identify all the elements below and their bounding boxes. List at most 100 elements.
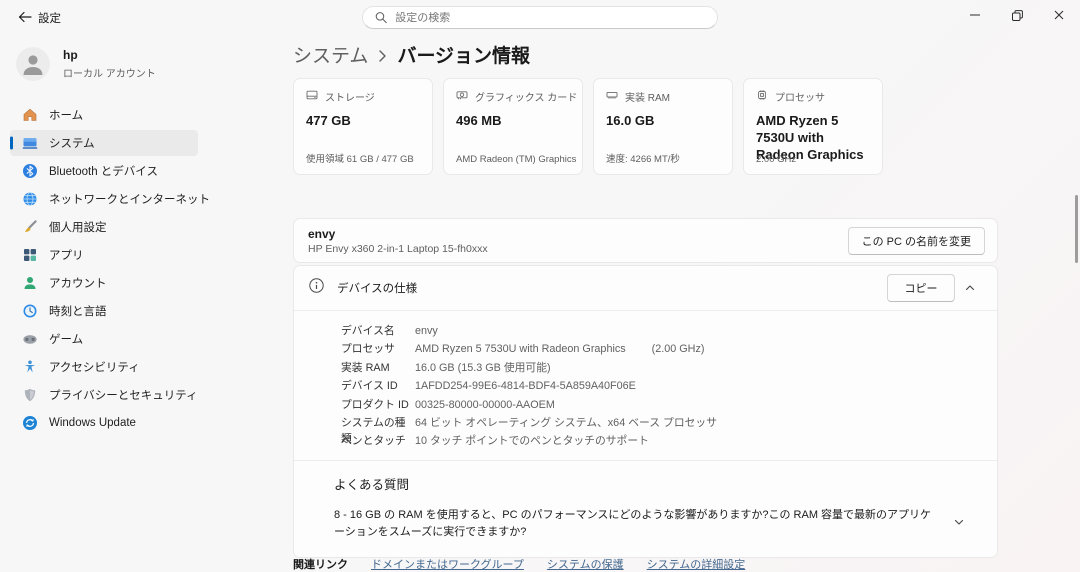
- device-name-panel: envy HP Envy x360 2-in-1 Laptop 15-fh0xx…: [293, 218, 998, 263]
- spec-label: デバイス名: [341, 325, 395, 337]
- faq-question: 8 - 16 GB の RAM を使用すると、PC のパフォーマンスにどのような…: [334, 508, 932, 538]
- faq-title: よくある質問: [334, 477, 410, 492]
- scrollbar-thumb[interactable]: [1075, 195, 1078, 263]
- summary-cards: ストレージ 477 GB 使用領域 61 GB / 477 GB グラフィックス…: [293, 78, 883, 175]
- spec-value: AMD Ryzen 5 7530U with Radeon Graphics: [415, 343, 626, 356]
- sidebar-item-system[interactable]: システム: [10, 130, 198, 156]
- sidebar-item-apps[interactable]: アプリ: [10, 242, 198, 268]
- ram-card: 実装 RAM 16.0 GB 速度: 4266 MT/秒: [593, 78, 733, 175]
- avatar: [16, 47, 50, 81]
- spec-row-device-id: デバイス ID 1AFDD254-99E6-4814-BDF4-5A859A40…: [341, 377, 983, 395]
- titlebar: 設定: [0, 0, 1080, 32]
- spec-rows: デバイス名 envy プロセッサ AMD Ryzen 5 7530U with …: [294, 311, 997, 460]
- clock-icon: [22, 303, 38, 319]
- card-value: 496 MB: [456, 113, 502, 128]
- spec-value: 10 タッチ ポイントでのペンとタッチのサポート: [415, 435, 649, 448]
- spec-value: 00325-80000-00000-AAOEM: [415, 398, 555, 411]
- device-specs-header[interactable]: デバイスの仕様 コピー: [294, 266, 997, 310]
- link-advanced-system-settings[interactable]: システムの詳細設定: [647, 556, 746, 572]
- spec-row-system-type: システムの種類 64 ビット オペレーティング システム、x64 ベース プロセ…: [341, 414, 983, 445]
- minimize-button[interactable]: [954, 0, 996, 30]
- user-name: hp: [63, 48, 78, 63]
- chevron-down-icon: [953, 515, 965, 533]
- faq-item[interactable]: 8 - 16 GB の RAM を使用すると、PC のパフォーマンスにどのような…: [334, 507, 983, 541]
- spec-label: デバイス ID: [341, 380, 398, 393]
- spec-label: プロダクト ID: [341, 398, 409, 411]
- home-icon: [22, 107, 38, 123]
- paintbrush-icon: [22, 219, 38, 235]
- sidebar-item-accessibility[interactable]: アクセシビリティ: [10, 354, 198, 380]
- sidebar-item-label: システム: [49, 138, 95, 150]
- gamepad-icon: [22, 331, 38, 347]
- accessibility-person-icon: [22, 359, 38, 375]
- card-caption: 使用領域 61 GB / 477 GB: [306, 154, 414, 165]
- sidebar-item-gaming[interactable]: ゲーム: [10, 326, 198, 352]
- copy-button[interactable]: コピー: [887, 274, 955, 302]
- spec-label: プロセッサ: [341, 343, 395, 356]
- spec-label: ペンとタッチ: [341, 435, 406, 448]
- search-icon: [375, 12, 387, 24]
- spec-row-ram: 実装 RAM 16.0 GB (15.3 GB 使用可能): [341, 359, 983, 377]
- link-system-protection[interactable]: システムの保護: [547, 556, 624, 572]
- restore-button[interactable]: [996, 0, 1038, 30]
- spec-value-extra: (2.00 GHz): [651, 343, 705, 356]
- gpu-icon: [456, 89, 468, 104]
- sidebar-nav: ホーム システム Bluetooth とデバイス ネットワークとインターネット …: [0, 102, 210, 436]
- back-arrow-icon: [18, 11, 32, 23]
- apps-icon: [22, 247, 38, 263]
- sidebar-item-windows-update[interactable]: Windows Update: [10, 410, 198, 436]
- related-links-label: 関連リンク: [293, 559, 348, 571]
- sidebar-item-label: プライバシーとセキュリティ: [49, 390, 198, 402]
- device-model: HP Envy x360 2-in-1 Laptop 15-fh0xxx: [308, 242, 488, 255]
- spec-row-processor: プロセッサ AMD Ryzen 5 7530U with Radeon Grap…: [341, 340, 983, 358]
- selected-accent-bar: [10, 136, 13, 150]
- storage-card: ストレージ 477 GB 使用領域 61 GB / 477 GB: [293, 78, 433, 175]
- close-button[interactable]: [1038, 0, 1080, 30]
- sidebar-item-privacy-security[interactable]: プライバシーとセキュリティ: [10, 382, 198, 408]
- sidebar-item-time-language[interactable]: 時刻と言語: [10, 298, 198, 324]
- search-input[interactable]: [395, 11, 705, 24]
- storage-icon: [306, 89, 318, 104]
- card-label: プロセッサ: [775, 93, 825, 104]
- sidebar-item-bluetooth-devices[interactable]: Bluetooth とデバイス: [10, 158, 198, 184]
- card-value: 477 GB: [306, 113, 351, 128]
- faq-section: よくある質問 8 - 16 GB の RAM を使用すると、PC のパフォーマン…: [294, 461, 997, 557]
- collapse-expander-button[interactable]: [955, 275, 985, 301]
- windows-update-icon: [22, 415, 38, 431]
- rename-pc-button[interactable]: この PC の名前を変更: [847, 226, 985, 255]
- spec-value: 64 ビット オペレーティング システム、x64 ベース プロセッサ: [415, 416, 718, 429]
- network-globe-icon: [22, 191, 38, 207]
- sidebar-item-network-internet[interactable]: ネットワークとインターネット: [10, 186, 210, 212]
- card-label: 実装 RAM: [625, 93, 670, 104]
- search-box[interactable]: [362, 6, 718, 29]
- system-icon: [22, 135, 38, 151]
- sidebar-item-label: アプリ: [49, 250, 84, 262]
- spec-row-pen-touch: ペンとタッチ 10 タッチ ポイントでのペンとタッチのサポート: [341, 432, 983, 450]
- processor-card: プロセッサ AMD Ryzen 5 7530U with Radeon Grap…: [743, 78, 883, 175]
- device-specs-title: デバイスの仕様: [337, 283, 418, 295]
- spec-value: 16.0 GB (15.3 GB 使用可能): [415, 361, 551, 374]
- spec-row-product-id: プロダクト ID 00325-80000-00000-AAOEM: [341, 396, 983, 414]
- accounts-person-icon: [22, 275, 38, 291]
- breadcrumb-parent[interactable]: システム: [293, 41, 368, 68]
- card-caption: 2.00 GHz: [756, 154, 797, 165]
- back-button[interactable]: [14, 9, 36, 25]
- sidebar-item-label: アクセシビリティ: [49, 362, 140, 374]
- card-caption: 速度: 4266 MT/秒: [606, 154, 680, 165]
- sidebar-item-personalization[interactable]: 個人用設定: [10, 214, 198, 240]
- chevron-up-icon: [965, 285, 975, 291]
- sidebar-item-home[interactable]: ホーム: [10, 102, 198, 128]
- chevron-right-icon: [378, 47, 387, 63]
- user-account-type: ローカル アカウント: [63, 68, 156, 80]
- user-avatar-icon: [16, 47, 50, 81]
- sidebar-item-accounts[interactable]: アカウント: [10, 270, 198, 296]
- spec-value: envy: [415, 325, 438, 337]
- cpu-icon: [756, 89, 768, 104]
- info-icon: [309, 278, 324, 298]
- ram-icon: [606, 89, 618, 104]
- card-label: グラフィックス カード: [475, 93, 578, 104]
- link-domain-workgroup[interactable]: ドメインまたはワークグループ: [371, 556, 524, 572]
- user-profile[interactable]: hp ローカル アカウント: [16, 46, 208, 82]
- restore-icon: [1011, 9, 1023, 21]
- sidebar-item-label: アカウント: [49, 278, 107, 290]
